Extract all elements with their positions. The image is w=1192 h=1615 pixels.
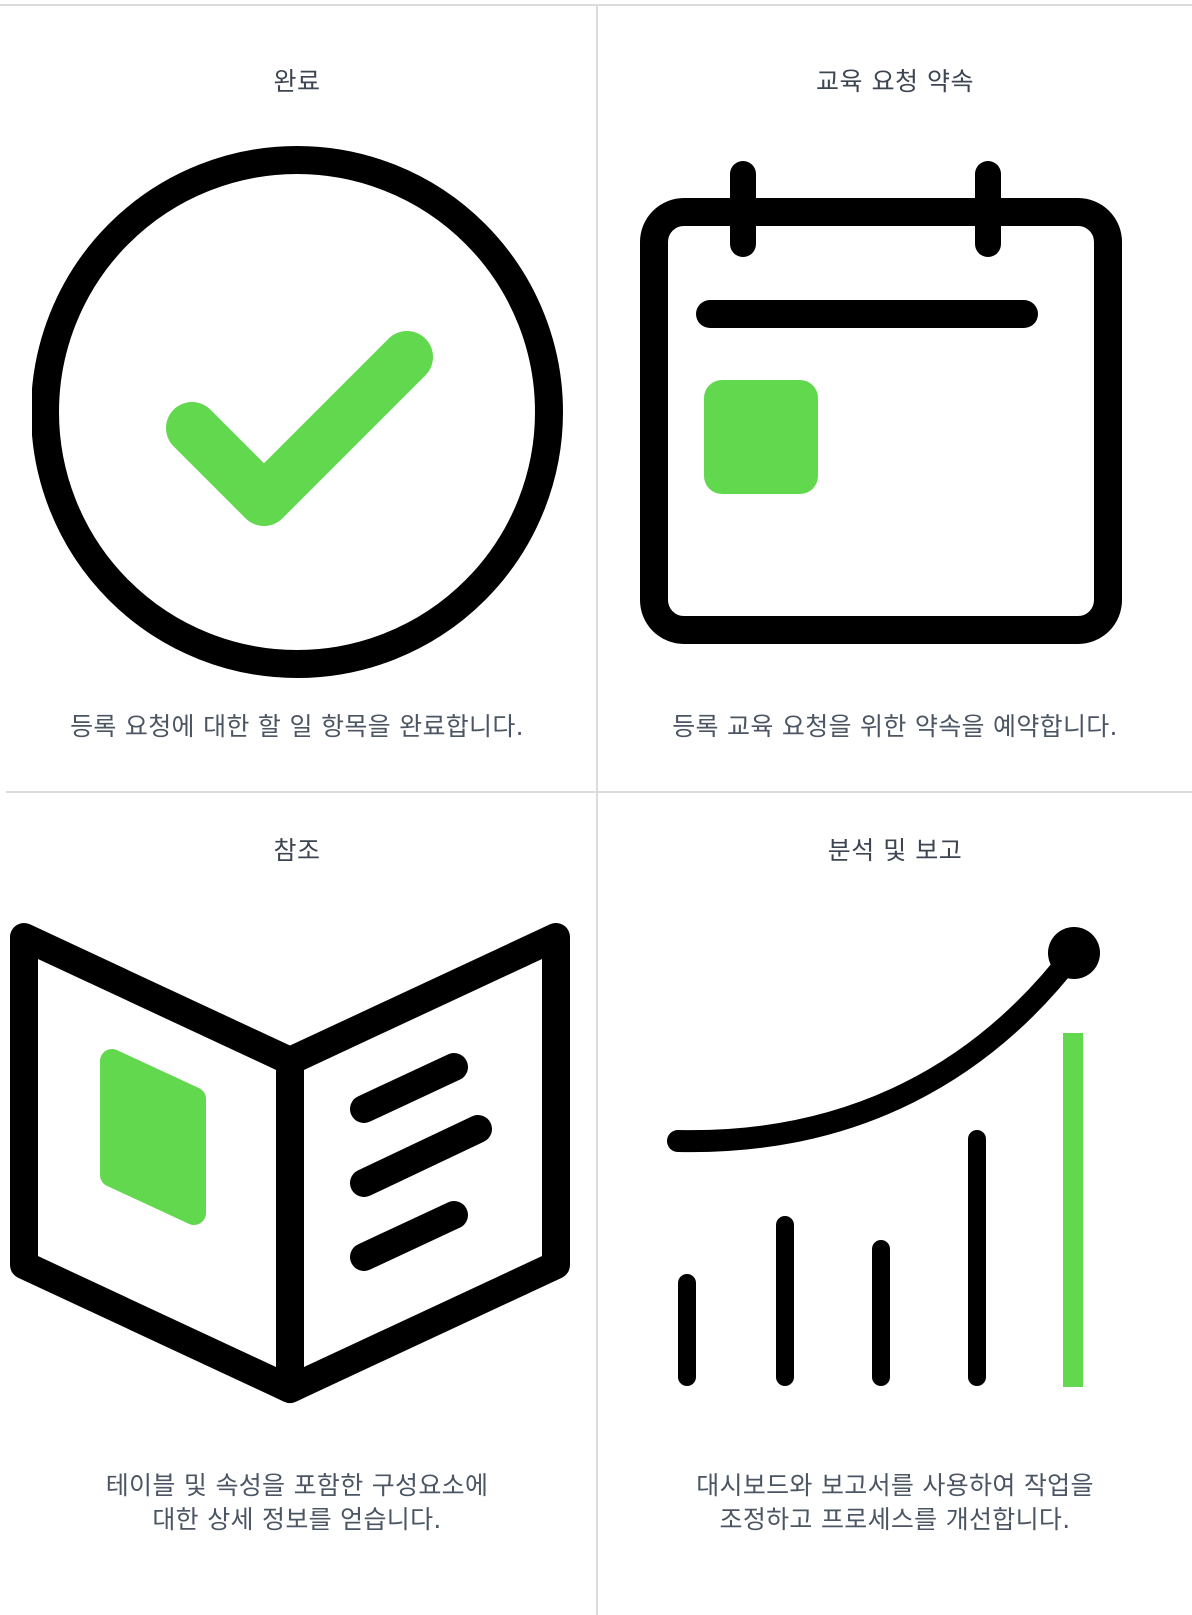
feature-grid: 완료 등록 요청에 대한 할 일 항목을 완료합니다. 교육 요청 약속 등록 …	[0, 0, 1192, 1615]
book-image-block	[100, 1049, 206, 1225]
card-training-appointment[interactable]: 교육 요청 약속 등록 교육 요청을 위한 약속을 예약합니다.	[598, 6, 1192, 791]
calendar-highlight-day	[704, 380, 818, 494]
check-circle-icon	[32, 146, 563, 678]
card-title: 교육 요청 약속	[816, 67, 974, 96]
card-description-line: 테이블 및 속성을 포함한 구성요소에	[105, 1471, 489, 1500]
circle-outline	[32, 146, 563, 678]
card-description-line: 대시보드와 보고서를 사용하여 작업을	[696, 1471, 1094, 1500]
card-description-line: 등록 교육 요청을 위한 약속을 예약합니다.	[672, 712, 1118, 741]
card-complete[interactable]: 완료 등록 요청에 대한 할 일 항목을 완료합니다.	[0, 6, 594, 791]
card-description-line: 등록 요청에 대한 할 일 항목을 완료합니다.	[70, 712, 524, 741]
card-description: 등록 요청에 대한 할 일 항목을 완료합니다.	[0, 710, 594, 744]
card-title: 분석 및 보고	[827, 836, 963, 865]
trend-curve	[667, 942, 1085, 1153]
trend-endpoint	[1048, 927, 1100, 979]
calendar-icon	[640, 161, 1122, 644]
card-description-line: 대한 상세 정보를 얻습니다.	[152, 1505, 442, 1534]
check-mark	[166, 331, 433, 526]
book-text-line-1	[350, 1053, 468, 1123]
card-description: 등록 교육 요청을 위한 약속을 예약합니다.	[598, 710, 1192, 744]
open-book-icon	[10, 923, 570, 1403]
card-description-line: 조정하고 프로세스를 개선합니다.	[719, 1505, 1071, 1534]
card-title: 참조	[273, 836, 321, 865]
book-text-line-3	[350, 1201, 468, 1271]
bar-5-highlight	[1063, 1033, 1083, 1387]
card-analytics-reporting[interactable]: 분석 및 보고 대시보드와 보고서를 사용하여 작업을 조정하고 프로세스를 개…	[598, 793, 1192, 1615]
growth-chart-icon	[667, 927, 1100, 1387]
card-reference[interactable]: 참조 테이블 및 속성을 포함한 구성요소에 대한 상세 정보를 얻습니다.	[0, 793, 594, 1615]
card-title: 완료	[273, 67, 321, 96]
card-description: 테이블 및 속성을 포함한 구성요소에 대한 상세 정보를 얻습니다.	[0, 1469, 594, 1537]
book-text-line-2	[350, 1115, 492, 1197]
card-description: 대시보드와 보고서를 사용하여 작업을 조정하고 프로세스를 개선합니다.	[598, 1469, 1192, 1537]
